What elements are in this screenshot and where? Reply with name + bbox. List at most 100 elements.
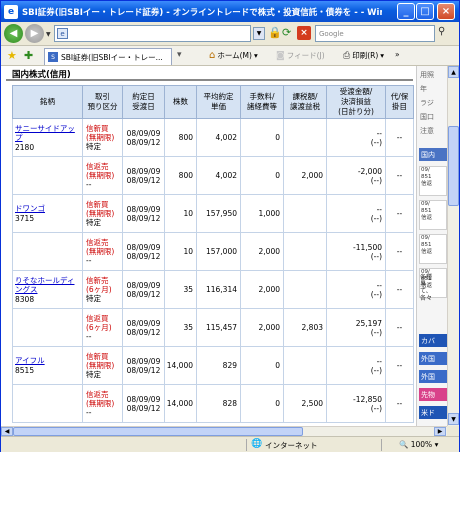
stock-name-link[interactable]: りそなホールディングス — [15, 276, 79, 294]
side-order-card[interactable]: 09/ 851 信返 — [419, 166, 447, 196]
table-row: サニーサイドアップ 2180 信新買 (無期限) 特定 08/09/09 08/09/12 8… — [12, 118, 414, 157]
kind-cell: 信新売 (6ヶ月) 特定 — [82, 270, 123, 309]
status-divider — [246, 439, 247, 451]
security-zone: インターネット — [265, 441, 318, 450]
trade-type: 信新買 — [86, 124, 109, 133]
account-type: -- — [86, 180, 92, 189]
day-trade-pl: (--) — [370, 365, 382, 375]
command-bar: ★ ✚ S SBI証券(旧SBIイー・トレー... ▾ ⌂ ホーム(M) ▾ ◙… — [1, 46, 459, 66]
side-link-button[interactable]: 外国 — [419, 370, 447, 383]
amount-cell: -- (--) — [326, 194, 386, 233]
browser-tab[interactable]: S SBI証券(旧SBIイー・トレー... — [44, 48, 172, 65]
stop-icon[interactable]: × — [297, 26, 311, 40]
side-tab-domestic[interactable]: 国内 — [419, 148, 447, 161]
side-text: 国口 — [420, 113, 434, 121]
fee-cell: 0 — [240, 346, 284, 385]
side-text: 注意 — [420, 127, 434, 135]
lock-icon[interactable]: 🔒 — [268, 26, 282, 40]
main-area: 国内株式(信用) 銘柄 取引 預り区分 約定日 受渡日 株数 平均約定 単価 手… — [6, 66, 414, 426]
kind-cell: 信返売 (無期限) -- — [82, 232, 123, 271]
margin-ratio: -- — [396, 171, 403, 180]
scroll-left-icon[interactable]: ◀ — [1, 427, 13, 436]
fee-cell: 1,000 — [240, 194, 284, 233]
qty-cell: 800 — [164, 156, 197, 195]
table-row: アイフル 8515 信新買 (無期限) 特定 08/09/09 08/09/12 14,000… — [12, 346, 414, 385]
vertical-scrollbar[interactable]: ▲ ▼ — [447, 66, 459, 426]
chevron-down-icon: ▾ — [253, 51, 258, 60]
close-button[interactable]: × — [437, 3, 455, 20]
scroll-up-icon[interactable]: ▲ — [448, 66, 459, 78]
home-button[interactable]: ⌂ ホーム(M) ▾ — [209, 50, 258, 61]
margin-ratio: -- — [396, 399, 403, 408]
globe-icon: 🌐 — [251, 439, 263, 449]
refresh-icon[interactable]: ⟳ — [282, 26, 291, 39]
fee: 0 — [275, 133, 280, 142]
side-order-card[interactable]: 09/ 851 信返 — [419, 234, 447, 264]
account-type: -- — [86, 256, 92, 265]
table-row: 信返売 (無期限) -- 08/09/09 08/09/12 14,000 828 0 2,50… — [12, 384, 414, 423]
settle-date: 08/09/12 — [126, 365, 161, 375]
status-bar: 🌐 インターネット 🔍 100% ▾ — [1, 436, 459, 452]
history-dropdown-icon[interactable]: ▼ — [46, 31, 51, 38]
feed-button[interactable]: ◙ フィード(J) — [276, 50, 325, 61]
title-bar[interactable]: e SBI証券(旧SBIイー・トレード証券) - オンライントレードで株式・投資… — [1, 1, 459, 22]
back-button[interactable]: ◀ — [4, 24, 23, 43]
maximize-button[interactable]: □ — [416, 3, 434, 20]
fee: 0 — [275, 399, 280, 408]
account-type: 特定 — [86, 294, 101, 303]
side-link-button[interactable]: カバ — [419, 334, 447, 347]
tab-list-icon[interactable]: ▾ — [177, 50, 182, 60]
side-order-card[interactable]: 09/ 851 信返 — [419, 200, 447, 230]
horizontal-scrollbar[interactable]: ◀ ▶ — [1, 426, 447, 436]
add-favorite-icon[interactable]: ✚ — [24, 49, 33, 62]
trade-date: 08/09/09 — [126, 204, 161, 214]
scroll-thumb[interactable] — [13, 427, 303, 436]
tax: 2,000 — [301, 171, 323, 180]
margin-ratio: -- — [396, 285, 403, 294]
favorites-star-icon[interactable]: ★ — [7, 49, 17, 62]
col-header-margin: 代/保 掛目 — [385, 85, 414, 119]
stock-name-link[interactable]: アイフル — [15, 356, 79, 365]
address-dropdown-icon[interactable]: ▼ — [253, 27, 265, 40]
stock-name-link[interactable]: サニーサイドアップ — [15, 124, 79, 142]
price-cell: 115,457 — [196, 308, 241, 347]
search-icon[interactable]: ⚲ — [438, 26, 445, 37]
tax-cell — [283, 270, 327, 309]
tax-cell — [283, 346, 327, 385]
side-link-button[interactable]: 米ド — [419, 406, 447, 419]
trade-term: (無期限) — [86, 361, 115, 370]
trade-term: (6ヶ月) — [86, 323, 112, 332]
quantity: 10 — [183, 209, 193, 218]
stock-code: 8308 — [15, 294, 35, 304]
date-cell: 08/09/09 08/09/12 — [122, 346, 165, 385]
day-trade-pl: (--) — [370, 175, 382, 185]
scroll-thumb[interactable] — [448, 126, 459, 206]
forward-button[interactable]: ▶ — [25, 24, 44, 43]
account-type: -- — [86, 332, 92, 341]
amount-cell: -11,500 (--) — [326, 232, 386, 271]
stock-name-link[interactable]: ドワンゴ — [15, 204, 79, 213]
margin-cell: -- — [385, 156, 414, 195]
zoom-level[interactable]: 🔍 100% ▾ — [399, 440, 438, 449]
scroll-down-icon[interactable]: ▼ — [448, 413, 459, 425]
side-link-button[interactable]: 外国 — [419, 352, 447, 365]
search-input[interactable]: Google — [315, 25, 435, 42]
trade-type: 信新買 — [86, 200, 109, 209]
margin-ratio: -- — [396, 209, 403, 218]
avg-price: 829 — [222, 361, 237, 370]
account-type: 特定 — [86, 218, 101, 227]
side-link-button[interactable]: 先物 — [419, 388, 447, 401]
more-commands-button[interactable]: » — [395, 50, 400, 59]
minimize-button[interactable]: _ — [397, 3, 415, 20]
address-input[interactable]: e — [54, 25, 251, 42]
print-button[interactable]: ⎙ 印刷(R) ▾ — [343, 50, 384, 61]
settle-amount: -- — [376, 128, 382, 138]
date-cell: 08/09/09 08/09/12 — [122, 270, 165, 309]
fee: 2,000 — [258, 285, 280, 294]
scroll-right-icon[interactable]: ▶ — [434, 427, 446, 436]
settle-date: 08/09/12 — [126, 175, 161, 185]
account-type: 特定 — [86, 370, 101, 379]
table-row: りそなホールディングス 8308 信新売 (6ヶ月) 特定 08/09/09 08/09/1… — [12, 270, 414, 309]
fee-cell: 2,000 — [240, 308, 284, 347]
kind-cell: 信新買 (無期限) 特定 — [82, 346, 123, 385]
